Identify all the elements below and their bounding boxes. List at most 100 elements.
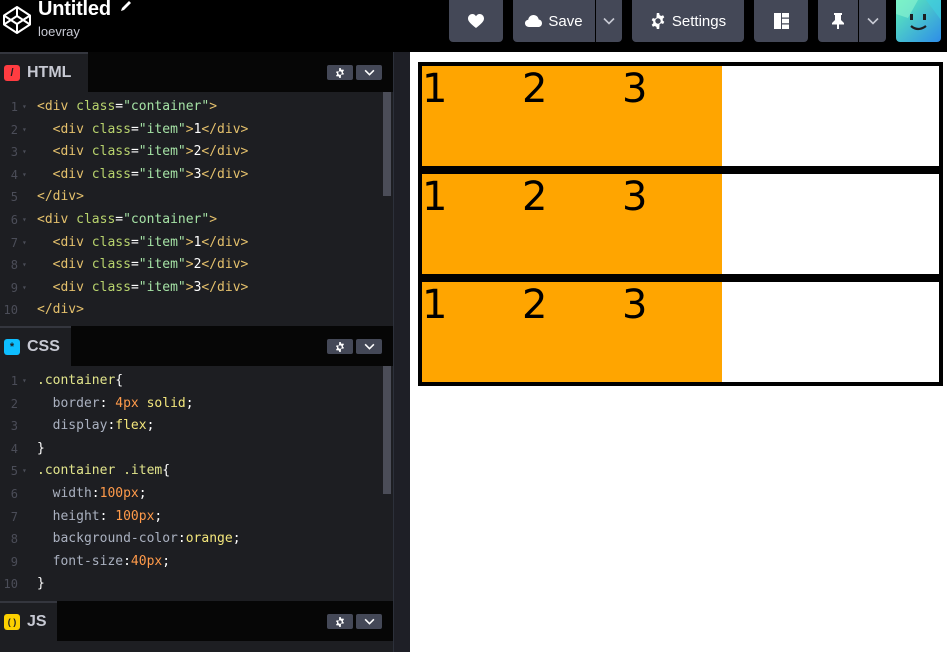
js-settings-button[interactable]: [327, 614, 353, 629]
html-panel-header: / HTML: [0, 52, 393, 92]
js-panel-header: ( ) JS: [0, 601, 393, 641]
css-collapse-button[interactable]: [356, 339, 382, 354]
pen-title[interactable]: Untitled: [38, 0, 111, 21]
code-line[interactable]: 1 ▾ <div class="container">: [0, 96, 380, 118]
code-line[interactable]: 7 height: 100px;: [0, 506, 380, 528]
settings-button[interactable]: Settings: [632, 0, 744, 42]
code-token: =: [115, 99, 124, 114]
layout-icon: [773, 13, 789, 29]
css-scrollbar[interactable]: [383, 366, 391, 494]
flex-container: 123: [418, 170, 943, 278]
code-token: >: [185, 121, 194, 137]
code-line[interactable]: 1 ▾ .container{: [0, 370, 380, 392]
edit-pencil-icon[interactable]: [119, 0, 133, 13]
code-line[interactable]: 2 border: 4px solid;: [0, 393, 380, 415]
code-token: "item": [138, 166, 186, 182]
code-line[interactable]: 10 </div>: [0, 299, 380, 321]
fold-arrow-icon[interactable]: ▾: [22, 232, 27, 254]
code-token: ;: [162, 553, 171, 569]
code-token: </div>: [37, 189, 84, 205]
code-line[interactable]: 3 display:flex;: [0, 415, 380, 437]
codepen-logo-icon[interactable]: [2, 5, 32, 35]
fold-arrow-icon[interactable]: ▾: [22, 141, 27, 163]
flex-container: 123: [418, 62, 943, 170]
code-line[interactable]: 3 ▾ <div class="item">2</div>: [0, 141, 380, 163]
html-settings-button[interactable]: [327, 65, 353, 80]
fold-arrow-icon[interactable]: ▾: [22, 164, 27, 186]
code-token: >: [185, 257, 194, 273]
code-token: =: [130, 144, 139, 160]
code-token: "item": [138, 144, 186, 160]
js-collapse-button[interactable]: [356, 614, 382, 629]
code-line[interactable]: 10}: [0, 573, 380, 595]
css-tab-label: CSS: [27, 338, 60, 355]
resize-handle[interactable]: [393, 52, 410, 652]
tab-js[interactable]: ( ) JS: [0, 601, 57, 641]
code-line[interactable]: 7 ▾ <div class="item">1</div>: [0, 232, 380, 254]
fold-arrow-icon[interactable]: ▾: [22, 254, 27, 276]
code-text: <div class="item">2</div>: [37, 254, 249, 276]
user-avatar[interactable]: [896, 0, 941, 42]
code-token: ;: [154, 508, 163, 524]
line-number: 2: [10, 396, 18, 411]
code-token: =: [130, 279, 139, 295]
code-line[interactable]: 8 ▾ <div class="item">2</div>: [0, 254, 380, 276]
css-settings-button[interactable]: [327, 339, 353, 354]
flex-item: 3: [622, 66, 722, 166]
code-token: <div: [37, 212, 77, 227]
fold-arrow-icon[interactable]: ▾: [22, 96, 27, 118]
html-code-editor[interactable]: 1 ▾ <div class="container"> 2 ▾ <div class="…: [0, 92, 393, 326]
tab-css[interactable]: * CSS: [0, 326, 71, 366]
fold-arrow-icon[interactable]: ▾: [22, 119, 27, 141]
fold-arrow-icon[interactable]: ▾: [22, 209, 27, 231]
flex-item: 3: [622, 174, 722, 274]
line-number: 1: [10, 374, 18, 388]
pen-owner[interactable]: loevray: [38, 24, 80, 39]
code-token: {: [115, 373, 124, 388]
change-view-button[interactable]: [754, 0, 808, 42]
js-tab-label: JS: [27, 613, 47, 630]
love-button[interactable]: [449, 0, 503, 42]
settings-label: Settings: [671, 12, 727, 30]
code-token: ;: [146, 418, 155, 434]
html-collapse-button[interactable]: [356, 65, 382, 80]
code-token: class: [91, 279, 131, 295]
pin-button[interactable]: [818, 0, 858, 42]
html-scrollbar[interactable]: [383, 92, 391, 196]
flex-item: 1: [422, 282, 522, 382]
fold-arrow-icon[interactable]: ▾: [22, 370, 27, 392]
pin-icon: [832, 13, 844, 29]
code-line[interactable]: 8 background-color:orange;: [0, 528, 380, 550]
code-text: background-color:orange;: [37, 528, 241, 550]
code-token: font-size: [37, 553, 124, 569]
code-line[interactable]: 9 ▾ <div class="item">3</div>: [0, 277, 380, 299]
code-token: >: [185, 234, 194, 250]
code-text: border: 4px solid;: [37, 393, 194, 415]
code-token: "container": [123, 99, 210, 114]
fold-arrow-icon[interactable]: ▾: [22, 460, 27, 482]
code-text: height: 100px;: [37, 506, 163, 528]
code-token: ;: [232, 531, 241, 547]
code-token: class: [76, 212, 116, 227]
code-text: </div>: [37, 299, 84, 321]
code-line[interactable]: 9 font-size:40px;: [0, 551, 380, 573]
cloud-icon: [525, 15, 543, 27]
code-line[interactable]: 4 ▾ <div class="item">3</div>: [0, 164, 380, 186]
flex-item: 2: [522, 66, 622, 166]
fold-arrow-icon[interactable]: ▾: [22, 277, 27, 299]
line-number: 8: [10, 258, 18, 273]
code-token: </div>: [201, 257, 249, 273]
code-line[interactable]: 4}: [0, 438, 380, 460]
save-options-button[interactable]: [596, 0, 622, 42]
code-token: class: [91, 166, 131, 182]
tab-html[interactable]: / HTML: [0, 52, 88, 92]
pin-options-button[interactable]: [859, 0, 886, 42]
code-line[interactable]: 6 ▾ <div class="container">: [0, 209, 380, 231]
js-code-editor[interactable]: [0, 641, 393, 652]
save-button[interactable]: Save: [513, 0, 595, 42]
code-line[interactable]: 5 </div>: [0, 186, 380, 208]
css-code-editor[interactable]: 1 ▾ .container{2 border: 4px solid; 3 displ…: [0, 366, 393, 601]
code-line[interactable]: 5 ▾ .container .item{: [0, 460, 380, 482]
code-line[interactable]: 6 width:100px;: [0, 483, 380, 505]
code-line[interactable]: 2 ▾ <div class="item">1</div>: [0, 119, 380, 141]
